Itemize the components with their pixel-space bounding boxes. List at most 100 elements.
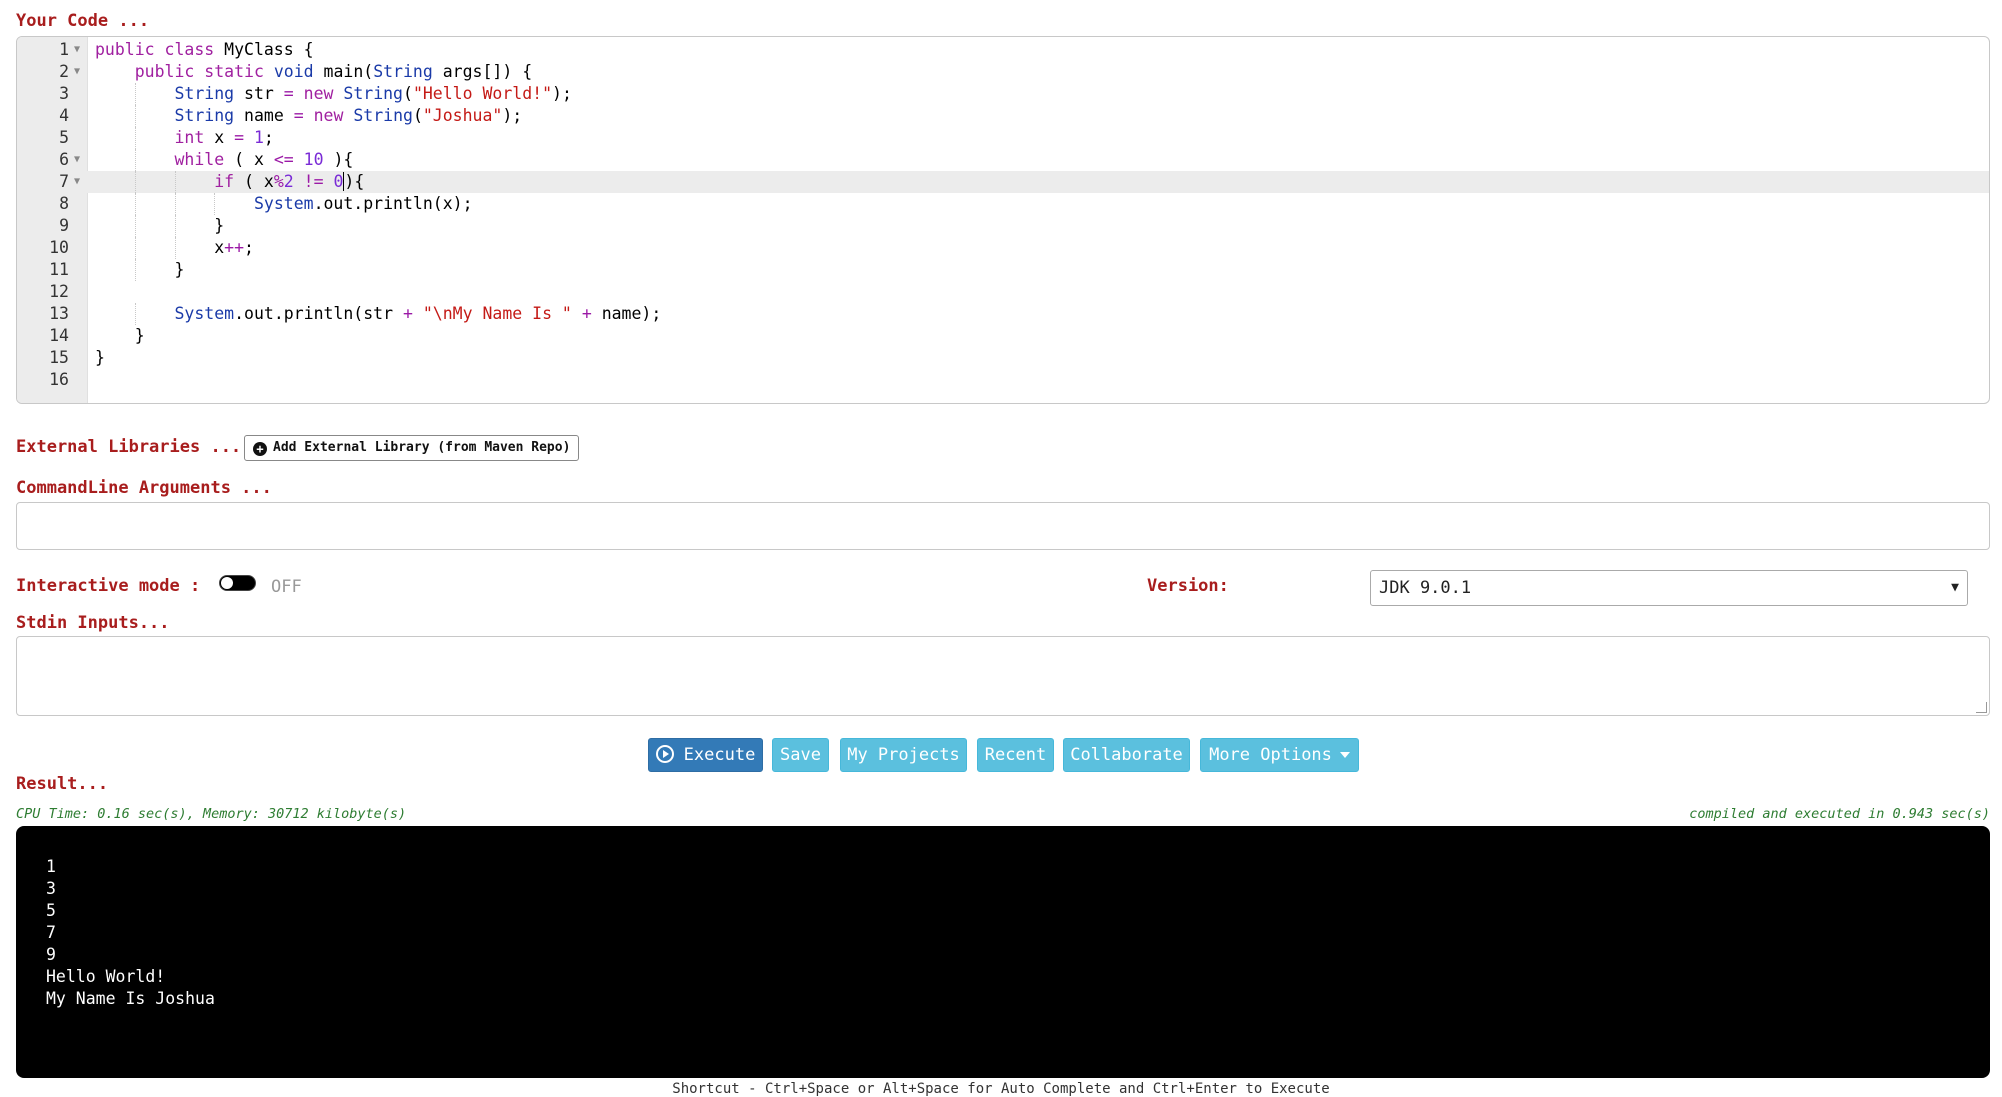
code-token: MyClass { bbox=[224, 40, 314, 59]
interactive-mode-toggle[interactable] bbox=[219, 575, 256, 591]
execute-label: Execute bbox=[683, 745, 756, 765]
code-line[interactable]: 4 String name = new String("Joshua"); bbox=[17, 105, 1989, 127]
fold-arrow-icon[interactable]: ▼ bbox=[74, 61, 80, 83]
code-token: } bbox=[214, 216, 225, 235]
code-token: + bbox=[581, 304, 602, 323]
code-token: "Joshua" bbox=[422, 106, 503, 125]
fold-arrow-icon[interactable]: ▼ bbox=[74, 149, 80, 171]
add-external-library-button[interactable]: + Add External Library (from Maven Repo) bbox=[244, 435, 580, 461]
code-text: public class MyClass { bbox=[95, 39, 314, 61]
code-token: ); bbox=[502, 106, 523, 125]
add-external-library-label: Add External Library (from Maven Repo) bbox=[273, 440, 571, 455]
code-token: main( bbox=[313, 62, 374, 81]
code-token: String bbox=[373, 62, 433, 81]
code-line[interactable]: 5 int x = 1; bbox=[17, 127, 1989, 149]
code-line[interactable]: 10 x++; bbox=[17, 237, 1989, 259]
code-token: + bbox=[402, 304, 423, 323]
my-projects-button[interactable]: My Projects bbox=[840, 738, 967, 772]
line-number: 9 bbox=[59, 216, 69, 235]
code-line[interactable]: 12 bbox=[17, 281, 1989, 303]
line-number: 14 bbox=[49, 326, 69, 345]
code-text: System.out.println(x); bbox=[95, 193, 473, 215]
code-text: } bbox=[95, 347, 105, 369]
code-editor[interactable]: 1 ▼ public class MyClass {2 ▼ public static… bbox=[16, 36, 1990, 404]
code-token: public static bbox=[134, 62, 274, 81]
code-token: .out.println(x); bbox=[313, 194, 473, 213]
code-line[interactable]: 6 ▼ while ( x <= 10 ){ bbox=[17, 149, 1989, 171]
code-token: ); bbox=[552, 84, 572, 103]
dropdown-arrow-icon: ▼ bbox=[1951, 580, 1959, 595]
code-token: name); bbox=[601, 304, 662, 323]
fold-arrow-icon[interactable]: ▼ bbox=[74, 171, 80, 193]
execute-button[interactable]: Execute bbox=[648, 738, 763, 772]
code-token: = bbox=[293, 106, 314, 125]
output-line: 3 bbox=[46, 879, 56, 898]
code-token: int bbox=[174, 128, 205, 147]
toggle-knob bbox=[221, 577, 233, 589]
code-lines[interactable]: 1 ▼ public class MyClass {2 ▼ public static… bbox=[17, 37, 1989, 391]
shortcut-hint: Shortcut - Ctrl+Space or Alt+Space for A… bbox=[672, 1081, 1330, 1097]
code-token: } bbox=[95, 348, 105, 367]
more-options-button[interactable]: More Options bbox=[1200, 738, 1359, 772]
code-token: ( x bbox=[234, 172, 274, 191]
code-token: != bbox=[293, 172, 334, 191]
code-text: System.out.println(str + "\nMy Name Is "… bbox=[95, 303, 661, 325]
line-number: 5 bbox=[59, 128, 69, 147]
code-token: = bbox=[234, 128, 254, 147]
plus-circle-icon: + bbox=[253, 442, 267, 456]
recent-button[interactable]: Recent bbox=[977, 738, 1054, 772]
code-token: ) bbox=[343, 172, 355, 191]
version-selected-value: JDK 9.0.1 bbox=[1379, 578, 1472, 598]
version-select[interactable]: JDK 9.0.1 ▼ bbox=[1370, 570, 1968, 606]
line-number: 3 bbox=[59, 84, 69, 103]
code-token: String bbox=[174, 84, 235, 103]
line-number: 11 bbox=[49, 260, 69, 279]
code-text: String str = new String("Hello World!"); bbox=[95, 83, 572, 105]
code-line[interactable]: 2 ▼ public static void main(String args[]… bbox=[17, 61, 1989, 83]
code-text: x++; bbox=[95, 237, 254, 259]
commandline-arguments-input[interactable] bbox=[16, 502, 1990, 550]
line-number: 4 bbox=[59, 106, 69, 125]
code-token: String bbox=[174, 106, 235, 125]
code-line[interactable]: 9 } bbox=[17, 215, 1989, 237]
code-token: void bbox=[273, 62, 314, 81]
save-button[interactable]: Save bbox=[772, 738, 829, 772]
code-line[interactable]: 7 ▼ if ( x%2 != 0){ bbox=[17, 171, 1989, 193]
fold-arrow-icon[interactable]: ▼ bbox=[74, 39, 80, 61]
cpu-stats: CPU Time: 0.16 sec(s), Memory: 30712 kil… bbox=[16, 806, 407, 822]
play-circle-icon bbox=[655, 745, 674, 763]
code-token: 10 bbox=[303, 150, 324, 169]
code-token: % bbox=[273, 172, 284, 191]
code-token: <= bbox=[273, 150, 304, 169]
code-token: ++ bbox=[224, 238, 245, 257]
output-console[interactable]: 1 3 5 7 9 Hello World! My Name Is Joshua bbox=[16, 826, 1990, 1078]
code-line[interactable]: 16 bbox=[17, 369, 1989, 391]
code-token: 2 bbox=[283, 172, 294, 191]
code-token: .out.println(str bbox=[234, 304, 403, 323]
code-line[interactable]: 13 System.out.println(str + "\nMy Name I… bbox=[17, 303, 1989, 325]
your-code-label: Your Code ... bbox=[16, 11, 150, 31]
compile-stats: compiled and executed in 0.943 sec(s) bbox=[1689, 806, 1990, 822]
code-token: ; bbox=[244, 238, 254, 257]
code-token: str bbox=[234, 84, 284, 103]
code-token: args[]) { bbox=[432, 62, 533, 81]
code-line[interactable]: 11 } bbox=[17, 259, 1989, 281]
line-number: 16 bbox=[49, 370, 69, 389]
line-number: 13 bbox=[49, 304, 69, 323]
code-line[interactable]: 1 ▼ public class MyClass { bbox=[17, 39, 1989, 61]
code-text: public static void main(String args[]) { bbox=[95, 61, 532, 83]
collaborate-button[interactable]: Collaborate bbox=[1063, 738, 1190, 772]
code-line[interactable]: 8 System.out.println(x); bbox=[17, 193, 1989, 215]
version-label: Version: bbox=[1147, 576, 1229, 596]
code-text: } bbox=[95, 325, 145, 347]
more-options-label: More Options bbox=[1209, 745, 1332, 765]
stdin-input[interactable] bbox=[16, 636, 1990, 716]
output-line: 1 bbox=[46, 857, 56, 876]
code-line[interactable]: 14 } bbox=[17, 325, 1989, 347]
output-line: Hello World! bbox=[46, 967, 166, 986]
code-line[interactable]: 3 String str = new String("Hello World!"… bbox=[17, 83, 1989, 105]
code-token: new bbox=[313, 106, 354, 125]
code-text: } bbox=[95, 259, 184, 281]
resize-handle-icon[interactable] bbox=[1976, 702, 1987, 713]
code-line[interactable]: 15} bbox=[17, 347, 1989, 369]
